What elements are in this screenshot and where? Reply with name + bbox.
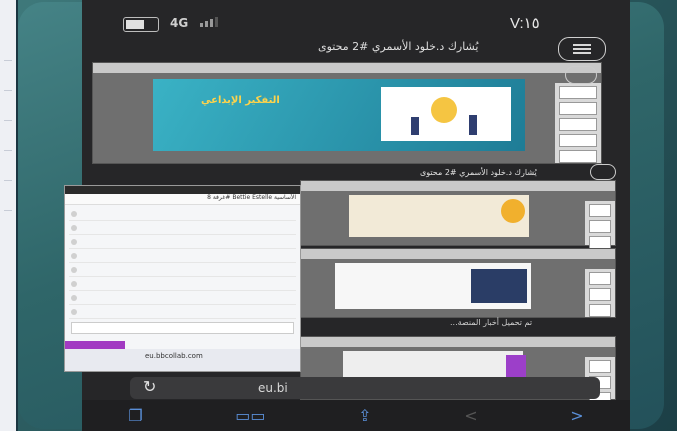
back-icon[interactable]: < <box>464 406 477 425</box>
signal-icon <box>200 17 218 27</box>
list-item[interactable] <box>69 236 296 249</box>
ppt-ribbon <box>93 63 601 73</box>
shared-screen-second <box>300 180 616 249</box>
nested-room-header: غرفة 8# Bettie Estelle الأساسية <box>65 194 300 205</box>
forward-icon[interactable]: > <box>570 406 583 425</box>
list-item[interactable] <box>69 278 296 291</box>
bookmarks-icon[interactable]: ▭▭ <box>235 406 265 425</box>
nested-purple-bar <box>65 341 125 349</box>
network-label: 4G <box>170 16 189 30</box>
list-item[interactable] <box>69 250 296 263</box>
browser-bottom-nav: ❐ ▭▭ ⇪ < > <box>82 400 630 431</box>
slide-thumbnails[interactable] <box>555 83 601 163</box>
sharing-title: يُشارك د.خلود الأسمري #2 محتوى <box>318 40 479 53</box>
sharing-indicator[interactable] <box>565 66 597 84</box>
nested-message-input[interactable] <box>71 322 294 334</box>
nested-status-bar <box>65 186 300 194</box>
share-icon[interactable]: ⇪ <box>358 406 371 425</box>
slide-canvas: التفكير الإبداعي <box>153 79 525 151</box>
list-item[interactable] <box>69 208 296 221</box>
left-edge-strip <box>0 0 18 431</box>
third-caption: تم تحميل أخبار المنصة... <box>450 318 533 327</box>
reload-icon[interactable]: ↻ <box>143 377 156 396</box>
tabs-icon[interactable]: ❐ <box>128 406 142 425</box>
ppt-editor: التفكير الإبداعي <box>93 73 601 163</box>
url-bar[interactable] <box>130 377 600 399</box>
list-item[interactable] <box>69 264 296 277</box>
shared-screen-third <box>300 248 616 318</box>
nested-phone-screenshot: غرفة 8# Bettie Estelle الأساسية eu.bbcol… <box>64 185 301 372</box>
nested-url: eu.bbcollab.com <box>145 352 203 360</box>
slide-illustration <box>381 87 511 141</box>
menu-button[interactable] <box>558 37 606 61</box>
url-text: eu.bi <box>258 381 288 395</box>
status-time: V:١٥ <box>510 15 540 32</box>
second-sharing-title: يُشارك د.خلود الأسمري #2 محتوى <box>420 168 537 177</box>
list-item[interactable] <box>69 292 296 305</box>
menu-button-2[interactable] <box>590 164 616 180</box>
slide-title: التفكير الإبداعي <box>201 95 280 106</box>
shared-screen-main: التفكير الإبداعي <box>92 62 602 164</box>
nested-browser-bar: eu.bbcollab.com <box>65 349 300 371</box>
battery-icon <box>123 17 159 32</box>
list-item[interactable] <box>69 222 296 235</box>
list-item[interactable] <box>69 306 296 319</box>
